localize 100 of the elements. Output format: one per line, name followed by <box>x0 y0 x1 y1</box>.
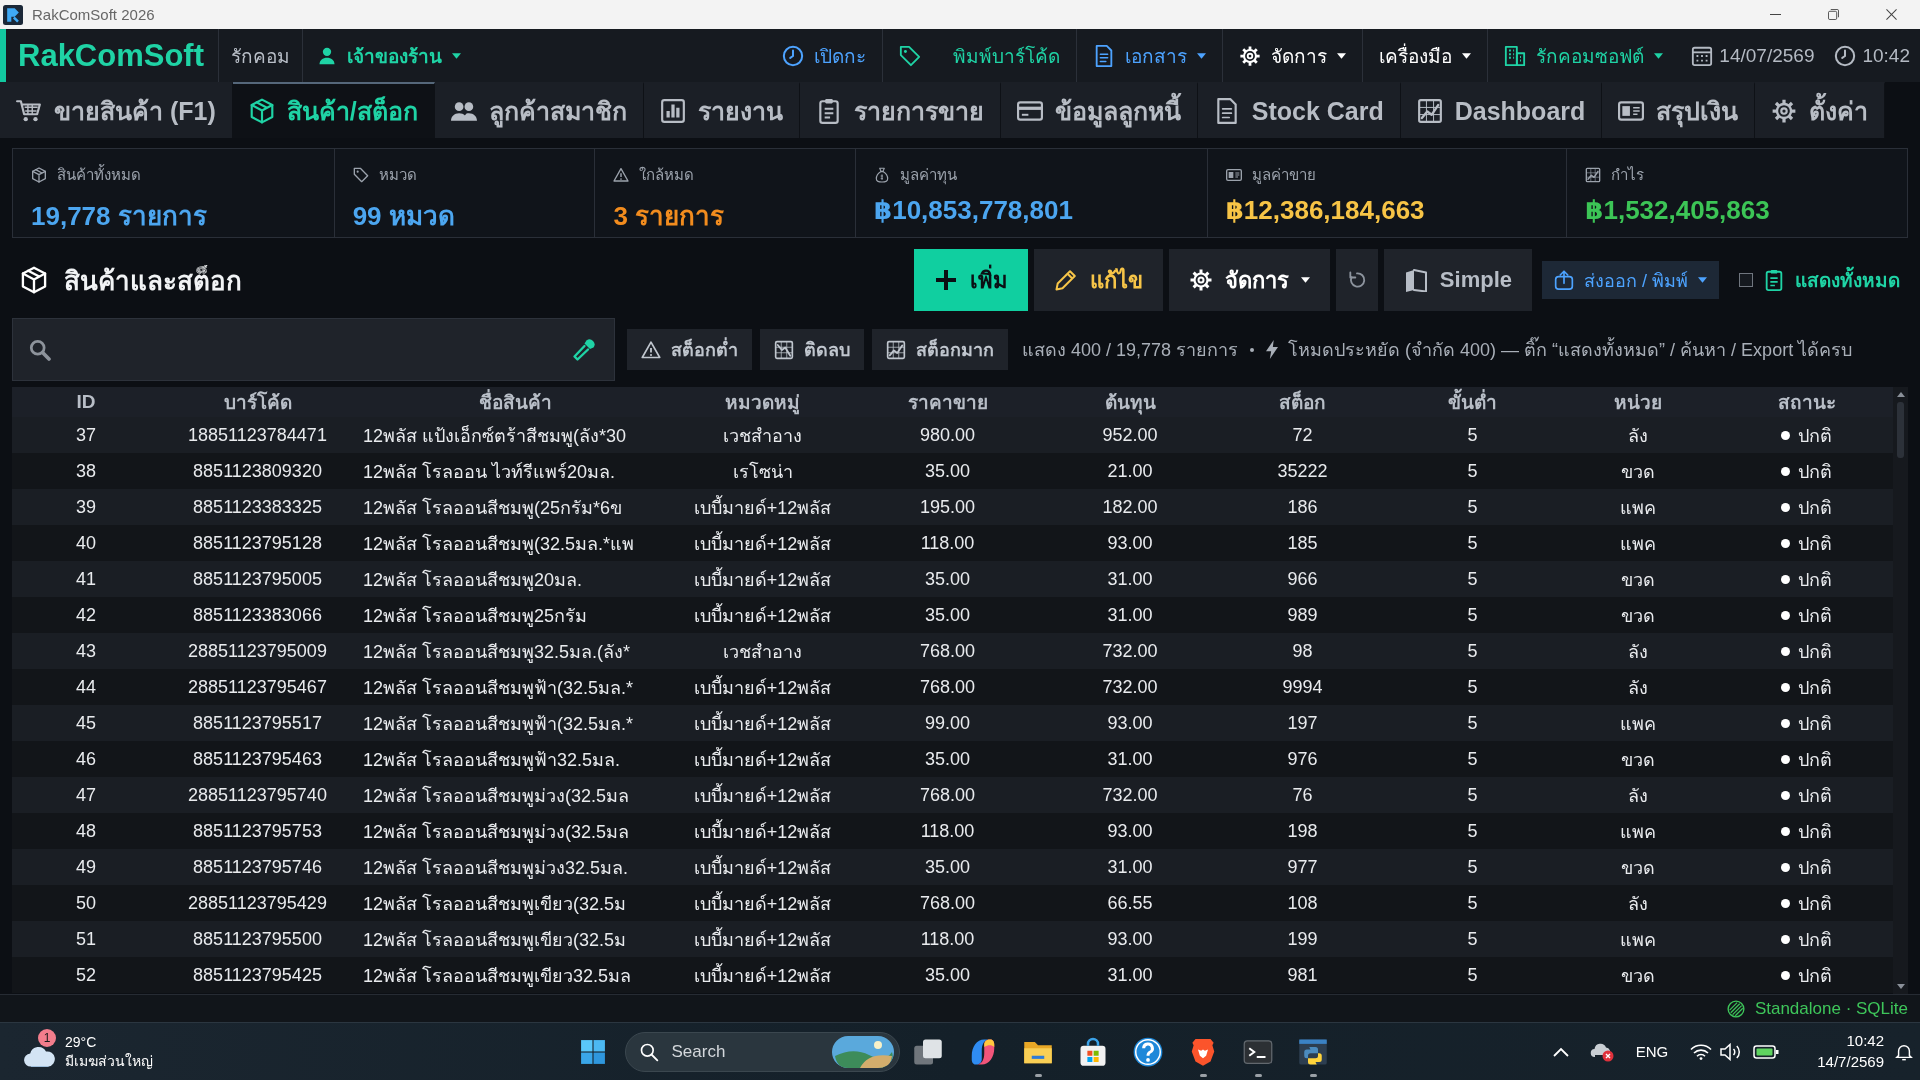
table-cell-text: เบบี้มายด์+12พลัส <box>693 926 832 952</box>
column-header: สถานะ <box>1777 391 1836 415</box>
filter-button[interactable]: สต็อกมาก <box>872 329 1008 370</box>
export-menu-button[interactable]: ส่งออก / พิมพ์ <box>1542 261 1719 299</box>
table-row[interactable]: 49 8851123795746 12พลัส โรลออนสีชมพูม่วง32.5มล. เบบี้มายด์+12พลัส 35.00 31.00 977 5 ขวด ปกติ <box>12 849 1893 885</box>
weather-text[interactable]: มีเมฆส่วนใหญ่ <box>65 1051 153 1071</box>
table-cell-text: ลัง <box>1627 676 1648 700</box>
nav-tab[interactable]: ข้อมูลลูกหนี้ <box>1000 82 1198 138</box>
table-cell: 5 <box>1467 532 1478 554</box>
table-cell: 197 <box>1287 712 1318 734</box>
table-cell-text: ขวด <box>1620 604 1655 628</box>
building-icon <box>1504 44 1527 67</box>
table-cell: 8851123383066 <box>193 604 322 626</box>
date-text: 14/07/2569 <box>1719 44 1815 67</box>
table-cell-text: เบบี้มายด์+12พลัส <box>693 854 832 880</box>
table-row[interactable]: 42 8851123383066 12พลัส โรลออนสีชมพู25กรัม เบบี้มายด์+12พลัส 35.00 31.00 989 5 ขวด ปกติ <box>12 597 1893 633</box>
table-row[interactable]: 45 8851123795517 12พลัส โรลออนสีชมพูฟ้า(32.5มล.* เบบี้มายด์+12พลัส 99.00 93.00 197 5 แพค ปกติ <box>12 705 1893 741</box>
table-row[interactable]: 40 8851123795128 12พลัส โรลออนสีชมพู(32.5มล.*แพ เบบี้มายด์+12พลัส 118.00 93.00 185 5 แพค ปกติ <box>12 525 1893 561</box>
checkbox-label[interactable]: แสดงทั้งหมด <box>1795 265 1900 295</box>
table-row[interactable]: 48 8851123795753 12พลัส โรลออนสีชมพูม่วง(32.5มล เบบี้มายด์+12พลัส 118.00 93.00 198 5 แพค ปกติ <box>12 813 1893 849</box>
status-text: ปกติ <box>1798 532 1832 556</box>
manage-menu-button[interactable]: จัดการ <box>1168 249 1330 311</box>
table-row[interactable]: 37 18851123784471 12พลัส แป้งเอ็กซ์ตร้าสีชมพู(ลัง*30 เวชสำอาง 980.00 952.00 72 5 ลัง ปกติ <box>12 417 1893 453</box>
refresh-button[interactable] <box>1335 249 1378 311</box>
language-indicator[interactable]: ENG <box>1635 1043 1669 1060</box>
table-cell: 195.00 <box>919 496 976 518</box>
status-dot-icon <box>1781 970 1790 980</box>
add-button[interactable]: เพิ่ม <box>913 249 1028 311</box>
caret-icon <box>1462 52 1472 59</box>
nav-tab[interactable]: Dashboard <box>1400 82 1603 138</box>
up-arrow-icon[interactable] <box>1896 392 1905 397</box>
table-cell: 50 <box>76 892 96 914</box>
edit-button[interactable]: แก้ไข <box>1033 249 1163 311</box>
mode-button[interactable]: Simple <box>1383 249 1532 311</box>
scrollbar[interactable] <box>1893 387 1908 994</box>
checkbox[interactable] <box>1739 273 1753 287</box>
nav-tab[interactable]: รายการขาย <box>799 82 1001 138</box>
table-cell: 41 <box>76 568 96 590</box>
table-row[interactable]: 52 8851123795425 12พลัส โรลออนสีชมพูเขียว32.5มล เบบี้มายด์+12พลัส 35.00 31.00 981 5 ขวด ปกติ <box>12 957 1893 993</box>
table-cell: 5 <box>1467 424 1478 446</box>
table-cell: 42 <box>76 604 96 626</box>
help-icon[interactable] <box>1133 1036 1163 1067</box>
status-dot-icon <box>1781 502 1790 512</box>
column-header: บาร์โค้ด <box>223 390 292 415</box>
chevron-up-icon[interactable] <box>1552 1046 1569 1057</box>
table-cell: 185 <box>1287 532 1318 554</box>
clipboard-icon <box>1763 269 1785 291</box>
nav-tab[interactable]: ลูกค้าสมาชิก <box>434 82 644 138</box>
shopping-bag-icon[interactable] <box>1078 1036 1108 1067</box>
temperature-text[interactable]: 29°C <box>65 1032 153 1052</box>
nav-tab[interactable]: ตั้งค่า <box>1755 82 1886 138</box>
filter-button[interactable]: ติดลบ <box>760 329 864 370</box>
cloud-icon[interactable] <box>24 1044 56 1067</box>
volume-icon[interactable] <box>1720 1042 1743 1061</box>
status-dot-icon <box>1781 574 1790 584</box>
book-icon <box>1403 268 1428 292</box>
table-row[interactable]: 51 8851123795500 12พลัส โรลออนสีชมพูเขียว(32.5ม เบบี้มายด์+12พลัส 118.00 93.00 199 5 แพค ปกติ <box>12 921 1893 957</box>
table-row[interactable]: 47 28851123795740 12พลัส โรลออนสีชมพูม่วง(32.5มล เบบี้มายด์+12พลัส 768.00 732.00 76 5 ลัง ปกติ <box>12 777 1893 813</box>
nav-tab[interactable]: Stock Card <box>1197 82 1401 138</box>
header-button[interactable]: เปิดกะ <box>766 29 883 82</box>
scrollbar-thumb[interactable] <box>1897 402 1904 458</box>
table-cell: 768.00 <box>919 676 976 698</box>
pencil-icon <box>1053 268 1078 292</box>
table-row[interactable]: 38 8851123809320 12พลัส โรลออน ไวท์รีแพร์20มล. เรโซน่า 35.00 21.00 35222 5 ขวด ปกติ <box>12 453 1893 489</box>
table-cell-text: ขวด <box>1620 568 1655 592</box>
table-row[interactable]: 43 28851123795009 12พลัส โรลออนสีชมพู32.5มล.(ลัง* เวชสำอาง 768.00 732.00 98 5 ลัง ปกติ <box>12 633 1893 669</box>
start-icon[interactable] <box>579 1038 606 1065</box>
down-arrow-icon[interactable] <box>1896 984 1905 989</box>
search-field[interactable] <box>12 318 615 381</box>
table-row[interactable]: 50 28851123795429 12พลัส โรลออนสีชมพูเขียว(32.5ม เบบี้มายด์+12พลัส 768.00 66.55 108 5 ลัง ปกติ <box>12 885 1893 921</box>
status-text: ปกติ <box>1798 424 1832 448</box>
nav-tab[interactable]: ขายสินค้า (F1) <box>0 82 233 138</box>
table-row[interactable]: 41 8851123795005 12พลัส โรลออนสีชมพู20มล. เบบี้มายด์+12พลัส 35.00 31.00 966 5 ขวด ปกติ <box>12 561 1893 597</box>
table-cell-text: ลัง <box>1627 892 1648 916</box>
nav-tab[interactable]: สรุปเงิน <box>1602 82 1756 138</box>
table-cell: 5 <box>1467 604 1478 626</box>
status-text: ปกติ <box>1798 964 1832 988</box>
stat-label: หมวด <box>378 165 417 185</box>
tag-icon <box>899 44 922 67</box>
bell-icon[interactable] <box>1895 1042 1913 1061</box>
table-cell: 9994 <box>1282 676 1323 698</box>
bar-chart-icon <box>659 98 686 124</box>
close-icon <box>1885 9 1897 20</box>
nav-tab[interactable]: รายงาน <box>643 82 800 138</box>
user-menu-button[interactable]: เจ้าของร้าน <box>303 29 475 82</box>
cloud-error-icon[interactable] <box>1589 1041 1614 1062</box>
warning-icon <box>641 339 661 360</box>
status-dot-icon <box>1781 826 1790 836</box>
status-dot-icon <box>1781 898 1790 908</box>
wifi-icon[interactable] <box>1690 1043 1713 1060</box>
table-row[interactable]: 46 8851123795463 12พลัส โรลออนสีชมพูฟ้า32.5มล. เบบี้มายด์+12พลัส 35.00 31.00 976 5 ขวด ปกติ <box>12 741 1893 777</box>
filter-button[interactable]: สต็อกต่ำ <box>627 329 752 370</box>
table-cell-text: เบบี้มายด์+12พลัส <box>693 674 832 700</box>
table-row[interactable]: 39 8851123383325 12พลัส โรลออนสีชมพู(25กรัม*6ข เบบี้มายด์+12พลัส 195.00 182.00 186 5 แพค ปกติ <box>12 489 1893 525</box>
table-cell-text: 12พลัส โรลออนสีชมพูฟ้า(32.5มล.* <box>362 712 634 737</box>
status-dot-icon <box>1781 934 1790 944</box>
table-row[interactable]: 44 28851123795467 12พลัส โรลออนสีชมพูฟ้า(32.5มล.* เบบี้มายด์+12พลัส 768.00 732.00 9994 5 ลัง ปกติ <box>12 669 1893 705</box>
table-cell: 18851123784471 <box>188 424 327 446</box>
battery-icon[interactable] <box>1753 1043 1780 1060</box>
taskbar-clock[interactable]: 10:42 14/7/2569 <box>1817 1031 1884 1072</box>
